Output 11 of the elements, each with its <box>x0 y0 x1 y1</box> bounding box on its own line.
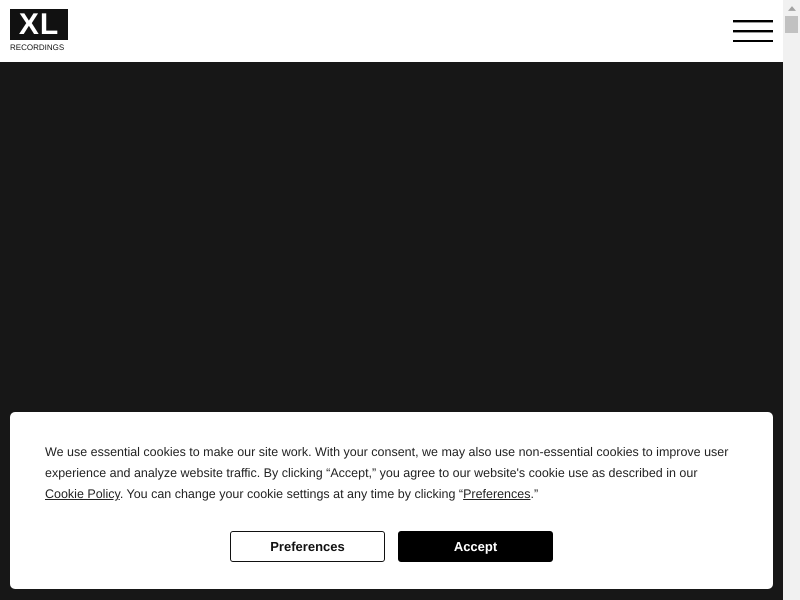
menu-icon[interactable] <box>733 20 773 42</box>
logo-subtitle: RECORDINGS <box>10 42 64 52</box>
scrollbar[interactable] <box>783 0 800 600</box>
cookie-notice-text: We use essential cookies to make our site work. With your consent, we may also use non-essential cookies to improve user experience and analyze website traffic. By clicking “Accept,” you agree to our website's cookie use as described in our Cookie Policy. You can change your cookie settings at any time by clicking “Preferences.” <box>45 444 730 503</box>
accept-button[interactable]: Accept <box>398 531 553 562</box>
logo-mark[interactable]: XL <box>10 8 68 40</box>
policy-link[interactable]: Preferences <box>463 487 530 501</box>
scroll-up-icon[interactable] <box>788 6 796 11</box>
policy-link[interactable]: Cookie Policy <box>45 487 120 501</box>
preferences-button[interactable]: Preferences <box>230 531 385 562</box>
scrollbar-thumb[interactable] <box>785 16 798 33</box>
